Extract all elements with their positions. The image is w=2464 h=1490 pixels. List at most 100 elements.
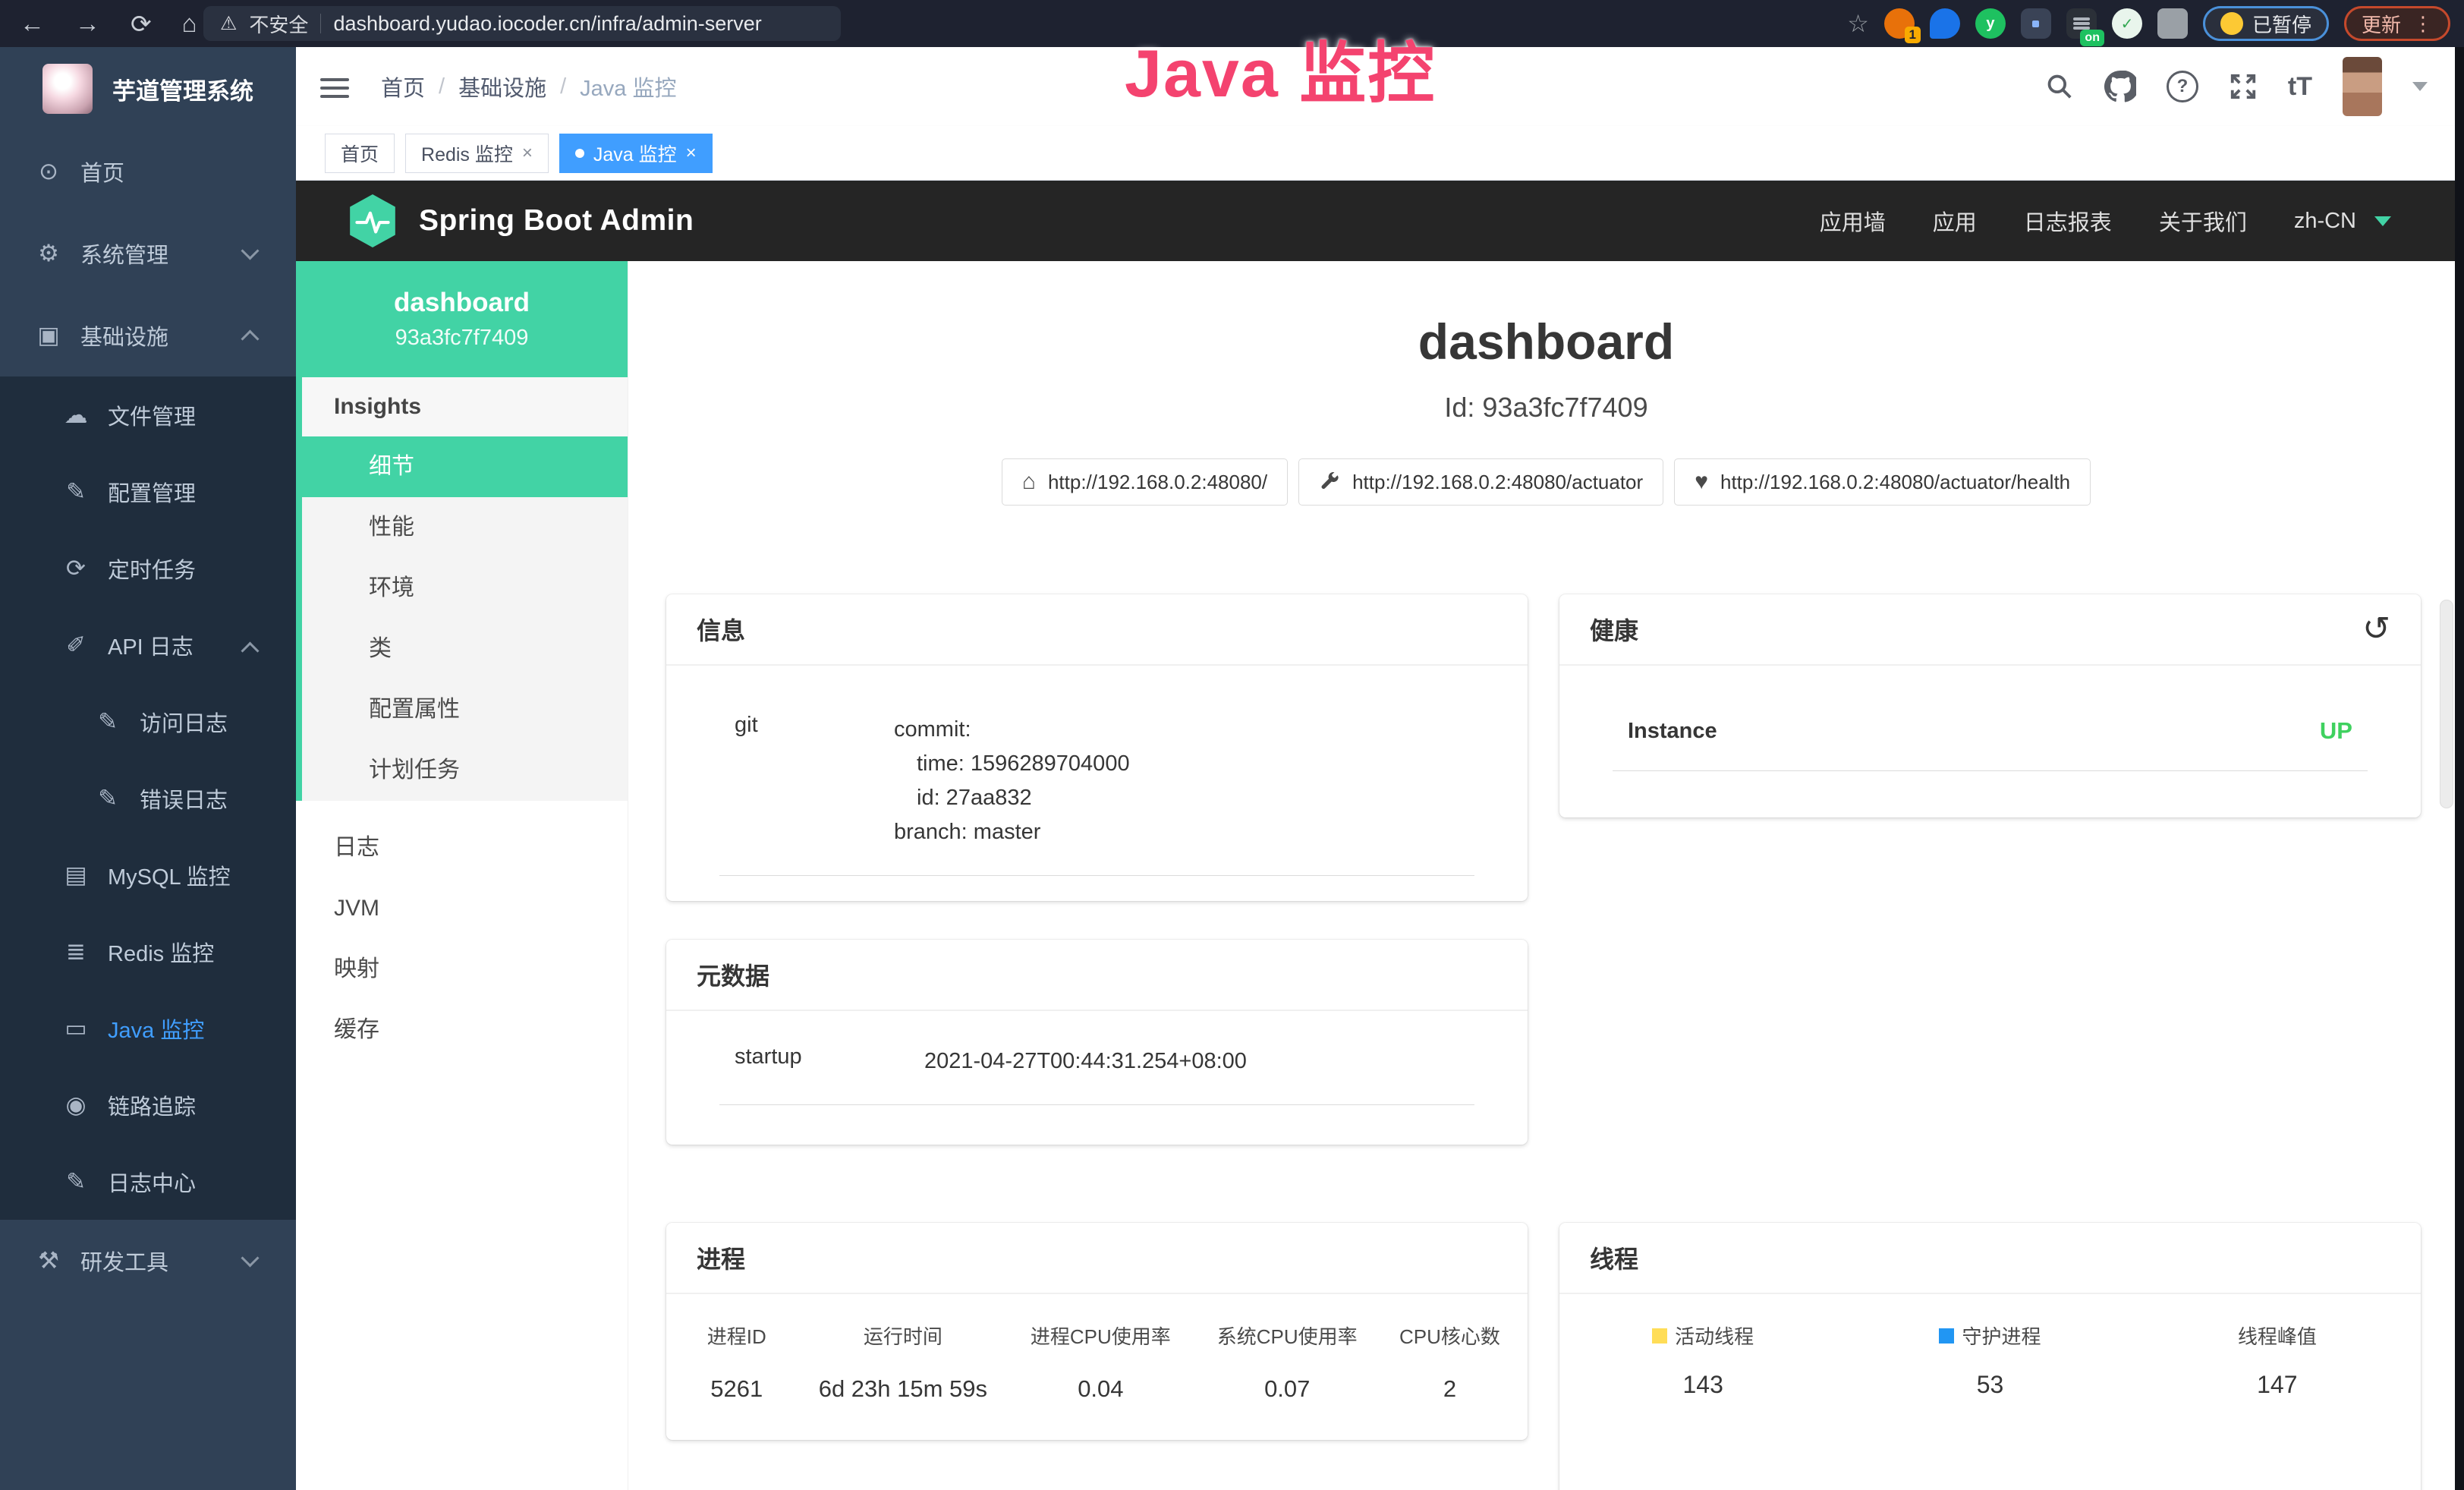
sidebar-item-label: 基础设施 bbox=[80, 320, 168, 351]
search-icon[interactable] bbox=[2045, 72, 2074, 101]
sba-navbar: Spring Boot Admin 应用墙 应用 日志报表 关于我们 zh-CN bbox=[296, 181, 2464, 261]
sidebar-item-error-logs[interactable]: ✎ 错误日志 bbox=[0, 760, 296, 836]
sba-nav-applications[interactable]: 应用 bbox=[1933, 205, 1977, 237]
health-url-button[interactable]: ♥ http://192.168.0.2:48080/actuator/heal… bbox=[1674, 458, 2091, 506]
menu-item-logging[interactable]: 日志 bbox=[296, 817, 628, 878]
chevron-down-icon[interactable] bbox=[2412, 82, 2428, 91]
sidebar-item-files[interactable]: ☁ 文件管理 bbox=[0, 376, 296, 453]
tab-home[interactable]: 首页 bbox=[325, 134, 395, 173]
kebab-menu-icon[interactable]: ⋮ bbox=[2413, 12, 2433, 36]
menu-item-jvm[interactable]: JVM bbox=[296, 878, 628, 939]
sba-brand[interactable]: Spring Boot Admin bbox=[348, 194, 694, 248]
menu-item-metrics[interactable]: 性能 bbox=[302, 497, 628, 558]
legend-swatch-daemon bbox=[1939, 1328, 1954, 1344]
refresh-clock-icon: ⟳ bbox=[61, 555, 91, 582]
sidebar-item-mysql-monitor[interactable]: ▤ MySQL 监控 bbox=[0, 836, 296, 913]
update-button[interactable]: 更新 ⋮ bbox=[2344, 6, 2450, 41]
actuator-url-button[interactable]: http://192.168.0.2:48080/actuator bbox=[1298, 458, 1663, 506]
sidebar-item-log-center[interactable]: ✎ 日志中心 bbox=[0, 1143, 296, 1220]
language-label: zh-CN bbox=[2294, 209, 2356, 234]
avatar[interactable] bbox=[2343, 57, 2382, 116]
menu-group-insights: Insights bbox=[302, 377, 628, 436]
menu-item-caches[interactable]: 缓存 bbox=[296, 1000, 628, 1060]
sba-nav-journal[interactable]: 日志报表 bbox=[2024, 205, 2112, 237]
service-url: http://192.168.0.2:48080/ bbox=[1048, 471, 1267, 494]
forward-icon[interactable]: → bbox=[75, 9, 100, 38]
history-icon[interactable]: ↺ bbox=[2362, 613, 2390, 646]
sidebar-item-infrastructure[interactable]: ▣ 基础设施 bbox=[0, 295, 296, 376]
scrollbar-thumb[interactable] bbox=[2440, 600, 2453, 808]
sidebar-item-access-logs[interactable]: ✎ 访问日志 bbox=[0, 683, 296, 760]
column-header: 进程CPU使用率 bbox=[1031, 1321, 1171, 1350]
menu-item-details[interactable]: 细节 bbox=[302, 436, 628, 497]
chevron-up-icon bbox=[241, 641, 259, 660]
sidebar-item-dev-tools[interactable]: ⚒ 研发工具 bbox=[0, 1220, 296, 1302]
reload-icon[interactable]: ⟳ bbox=[131, 9, 152, 39]
breadcrumb-item[interactable]: 基础设施 bbox=[458, 71, 546, 102]
home-icon: ⌂ bbox=[1022, 471, 1036, 493]
column-header: CPU核心数 bbox=[1399, 1321, 1500, 1350]
app-logo: 芋道管理系统 bbox=[0, 47, 296, 131]
sidebar-item-redis-monitor[interactable]: ≣ Redis 监控 bbox=[0, 913, 296, 990]
cell-value: 2 bbox=[1443, 1375, 1456, 1403]
monitor-icon: ▭ bbox=[61, 1015, 91, 1042]
back-icon[interactable]: ← bbox=[20, 9, 45, 38]
sidebar-item-java-monitor[interactable]: ▭ Java 监控 bbox=[0, 990, 296, 1066]
sidebar-item-tracing[interactable]: ◉ 链路追踪 bbox=[0, 1066, 296, 1143]
extension-pin-icon[interactable] bbox=[1930, 8, 1960, 39]
extension-list-icon[interactable]: on bbox=[2066, 8, 2097, 39]
home-icon[interactable]: ⌂ bbox=[182, 9, 197, 38]
paused-pill[interactable]: 已暂停 bbox=[2203, 6, 2329, 41]
database-icon: ▤ bbox=[61, 862, 91, 889]
chevron-down-icon bbox=[241, 1249, 259, 1267]
metadata-card: 元数据 startup 2021-04-27T00:44:31.254+08:0… bbox=[666, 940, 1528, 1145]
breadcrumb-item[interactable]: 首页 bbox=[381, 71, 425, 102]
menu-item-mappings[interactable]: 映射 bbox=[296, 939, 628, 1000]
info-card: 信息 git commit: time: 1596289704000 id: 2… bbox=[666, 594, 1528, 901]
service-url-button[interactable]: ⌂ http://192.168.0.2:48080/ bbox=[1002, 458, 1288, 506]
extension-puzzle-icon[interactable] bbox=[2157, 8, 2188, 39]
sidebar-item-label: 研发工具 bbox=[80, 1245, 168, 1277]
address-bar[interactable]: ⚠ 不安全 dashboard.yudao.iocoder.cn/infra/a… bbox=[203, 6, 841, 41]
sba-instance-sidebar: dashboard 93a3fc7f7409 Insights 细节 性能 环境… bbox=[296, 261, 628, 1490]
window-scrollbar[interactable] bbox=[2455, 47, 2464, 1490]
sidebar-item-api-logs[interactable]: ✐ API 日志 bbox=[0, 606, 296, 683]
update-label: 更新 bbox=[2362, 10, 2401, 38]
extension-grid-icon[interactable] bbox=[2021, 8, 2051, 39]
close-icon[interactable]: × bbox=[522, 143, 533, 164]
menu-item-scheduled-tasks[interactable]: 计划任务 bbox=[302, 740, 628, 801]
instance-id-line: Id: 93a3fc7f7409 bbox=[628, 392, 2464, 424]
sidebar-item-home[interactable]: ⊙ 首页 bbox=[0, 131, 296, 213]
sidebar-item-scheduled-jobs[interactable]: ⟳ 定时任务 bbox=[0, 530, 296, 606]
sidebar-item-system[interactable]: ⚙ 系统管理 bbox=[0, 213, 296, 295]
extension-icon[interactable]: ✓ bbox=[2112, 8, 2142, 39]
legend-label: 守护进程 bbox=[1962, 1321, 2041, 1350]
bookmark-star-icon[interactable]: ☆ bbox=[1847, 9, 1869, 38]
close-icon[interactable]: × bbox=[686, 143, 697, 164]
card-title: 健康 bbox=[1590, 612, 1638, 647]
column-header: 进程ID bbox=[707, 1321, 766, 1350]
extension-icon[interactable]: y bbox=[1975, 8, 2006, 39]
tab-label: Redis 监控 bbox=[421, 140, 513, 167]
metadata-value: 2021-04-27T00:44:31.254+08:00 bbox=[924, 1044, 1247, 1079]
menu-item-environment[interactable]: 环境 bbox=[302, 558, 628, 619]
extension-icon[interactable]: 1 bbox=[1884, 8, 1915, 39]
sba-nav-wallboard[interactable]: 应用墙 bbox=[1820, 205, 1886, 237]
instance-name: dashboard bbox=[394, 288, 530, 318]
extension-badge: 1 bbox=[1905, 27, 1921, 43]
cell-value: 0.04 bbox=[1078, 1375, 1123, 1403]
hamburger-icon[interactable] bbox=[320, 73, 349, 103]
sba-language-select[interactable]: zh-CN bbox=[2294, 209, 2356, 234]
tab-java-monitor[interactable]: Java 监控 × bbox=[559, 134, 713, 173]
fullscreen-icon[interactable] bbox=[2229, 72, 2258, 101]
menu-item-config-props[interactable]: 配置属性 bbox=[302, 679, 628, 740]
github-icon[interactable] bbox=[2104, 71, 2136, 102]
tab-redis-monitor[interactable]: Redis 监控 × bbox=[405, 134, 549, 173]
sidebar-item-label: 访问日志 bbox=[140, 706, 228, 738]
divider bbox=[320, 14, 321, 33]
help-icon[interactable]: ? bbox=[2167, 71, 2198, 102]
menu-item-classes[interactable]: 类 bbox=[302, 619, 628, 679]
sba-nav-about[interactable]: 关于我们 bbox=[2159, 205, 2247, 237]
font-size-icon[interactable]: tT bbox=[2288, 72, 2312, 102]
sidebar-item-config[interactable]: ✎ 配置管理 bbox=[0, 453, 296, 530]
